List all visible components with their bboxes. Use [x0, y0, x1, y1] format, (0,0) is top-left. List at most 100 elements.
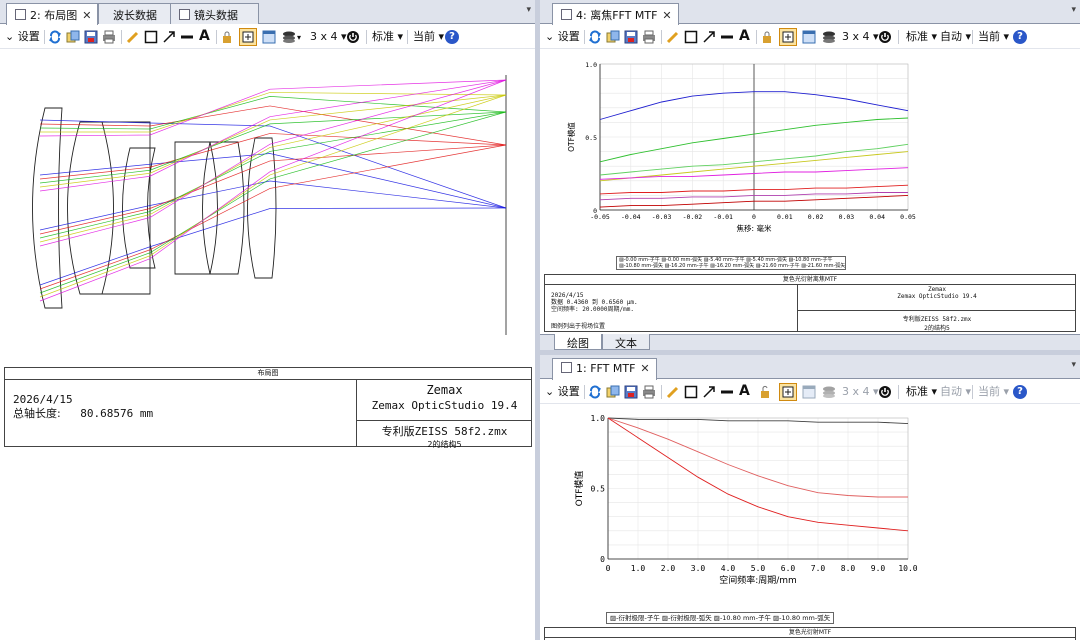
rectangle-icon[interactable] [684, 385, 698, 399]
help-icon[interactable]: ? [1013, 30, 1027, 44]
grid-layout-label: 3 x 4 [842, 385, 870, 398]
auto-dropdown[interactable]: 自动 ▾ [940, 384, 971, 400]
lock-icon[interactable] [760, 30, 774, 44]
tab-plot[interactable]: 绘图 [554, 334, 602, 350]
standard-dropdown[interactable]: 标准 ▾ [906, 29, 937, 45]
close-icon[interactable]: ✕ [640, 362, 649, 375]
line-icon[interactable] [180, 30, 194, 44]
pencil-icon[interactable] [666, 30, 680, 44]
x-tick-label: 0.01 [777, 213, 793, 221]
x-axis-label: 焦移: 毫米 [737, 223, 772, 233]
pencil-icon[interactable] [126, 30, 140, 44]
tab-fft-mtf[interactable]: 1: FFT MTF ✕ [552, 358, 657, 380]
tab-text[interactable]: 文本 [602, 334, 650, 350]
layers-icon[interactable] [822, 30, 836, 44]
tab-lens-data[interactable]: 镜头数据 [170, 3, 259, 24]
file-name: 专利版ZEISS 58f2.zmx [902, 316, 972, 323]
x-tick-label: 7.0 [811, 564, 826, 573]
close-icon[interactable]: ✕ [662, 9, 671, 22]
layers-dropdown-icon[interactable]: ▾ [297, 30, 301, 46]
fit-window-icon[interactable] [239, 28, 257, 46]
fft-tabbar: 1: FFT MTF ✕ ▾ [540, 355, 1080, 380]
text-tool-icon[interactable]: A [739, 383, 750, 399]
save-icon[interactable] [84, 30, 98, 44]
standard-dropdown[interactable]: 标准 ▾ [372, 29, 403, 45]
pane-menu-icon[interactable]: ▾ [1071, 360, 1076, 370]
x-tick-label: 10.0 [898, 564, 917, 573]
save-icon[interactable] [624, 385, 638, 399]
brand-name: Zemax [927, 286, 947, 293]
refresh-icon[interactable] [48, 30, 62, 44]
auto-dropdown[interactable]: 自动 ▾ [940, 29, 971, 45]
rectangle-icon[interactable] [144, 30, 158, 44]
x-tick-label: 0.03 [839, 213, 855, 221]
line-icon[interactable] [720, 385, 734, 399]
x-axis-label: 空间频率:周期/mm [719, 574, 797, 586]
pane-menu-icon[interactable]: ▾ [526, 5, 531, 15]
standard-dropdown[interactable]: 标准 ▾ [906, 384, 937, 400]
grid-layout-button[interactable]: 3 x 4 ▾ [310, 29, 347, 45]
toolbar-divider [216, 30, 217, 44]
help-icon[interactable]: ? [445, 30, 459, 44]
rectangle-icon[interactable] [684, 30, 698, 44]
tab-wavelength[interactable]: 波长数据 [98, 3, 172, 24]
tab-defocus-mtf[interactable]: 4: 离焦FFT MTF ✕ [552, 3, 679, 25]
settings-button[interactable]: ⌄ 设置 [545, 384, 580, 400]
settings-button[interactable]: ⌄ 设置 [5, 29, 40, 45]
fit-window-icon[interactable] [779, 383, 797, 401]
close-icon[interactable]: ✕ [82, 9, 91, 22]
power-icon[interactable] [346, 30, 360, 44]
print-icon[interactable] [642, 30, 656, 44]
arrow-icon[interactable] [702, 385, 716, 399]
ray-trace [39, 79, 507, 137]
unlock-icon[interactable] [758, 385, 772, 399]
x-tick-label: 2.0 [661, 564, 676, 573]
settings-button[interactable]: ⌄ 设置 [545, 29, 580, 45]
arrow-icon[interactable] [702, 30, 716, 44]
print-icon[interactable] [642, 385, 656, 399]
toolbar-divider [584, 30, 585, 44]
copy-icon[interactable] [66, 30, 80, 44]
help-icon[interactable]: ? [1013, 385, 1027, 399]
config-name: 2的结构5 [924, 325, 950, 332]
grid-layout-button[interactable]: 3 x 4 ▾ [842, 384, 879, 400]
refresh-icon[interactable] [588, 30, 602, 44]
defocus-wavelength-range: 数据 0.4360 到 0.6560 μm. [551, 299, 638, 306]
arrow-icon[interactable] [162, 30, 176, 44]
window-icon[interactable] [262, 30, 276, 44]
line-icon[interactable] [720, 30, 734, 44]
current-dropdown[interactable]: 当前 ▾ [413, 29, 444, 45]
x-tick-label: -0.03 [652, 213, 672, 221]
tab-layout[interactable]: 2: 布局图 ✕ [6, 3, 99, 25]
lens-layout-drawing [32, 75, 507, 335]
ray-trace [39, 207, 507, 286]
save-icon[interactable] [624, 30, 638, 44]
x-tick-label: 0.04 [869, 213, 885, 221]
layers-icon[interactable] [822, 385, 836, 399]
toolbar-divider [584, 385, 585, 399]
chart-tab-icon [561, 9, 572, 20]
power-icon[interactable] [878, 30, 892, 44]
text-tool-icon[interactable]: A [739, 28, 750, 44]
power-icon[interactable] [878, 385, 892, 399]
current-dropdown[interactable]: 当前 ▾ [978, 29, 1009, 45]
defocus-box-title: 复色光衍射离焦MTF [545, 275, 1075, 285]
lock-icon[interactable] [220, 30, 234, 44]
pane-menu-icon[interactable]: ▾ [1071, 5, 1076, 15]
fft-mtf-chart: 0 1.0 2.0 3.0 4.0 5.0 6.0 7.0 8.0 9.0 10.0 1.0 0.5 0 空… [573, 414, 918, 586]
fit-window-icon[interactable] [779, 28, 797, 46]
copy-icon[interactable] [606, 385, 620, 399]
layers-icon[interactable] [282, 30, 296, 44]
tab-label: 波长数据 [113, 9, 157, 22]
config-name: 2的结构5 [427, 440, 462, 449]
text-tool-icon[interactable]: A [199, 28, 210, 44]
print-icon[interactable] [102, 30, 116, 44]
grid-layout-button[interactable]: 3 x 4 ▾ [842, 29, 879, 45]
copy-icon[interactable] [606, 30, 620, 44]
refresh-icon[interactable] [588, 385, 602, 399]
window-icon[interactable] [802, 385, 816, 399]
current-dropdown[interactable]: 当前 ▾ [978, 384, 1009, 400]
x-tick-label: -0.01 [713, 213, 733, 221]
pencil-icon[interactable] [666, 385, 680, 399]
window-icon[interactable] [802, 30, 816, 44]
